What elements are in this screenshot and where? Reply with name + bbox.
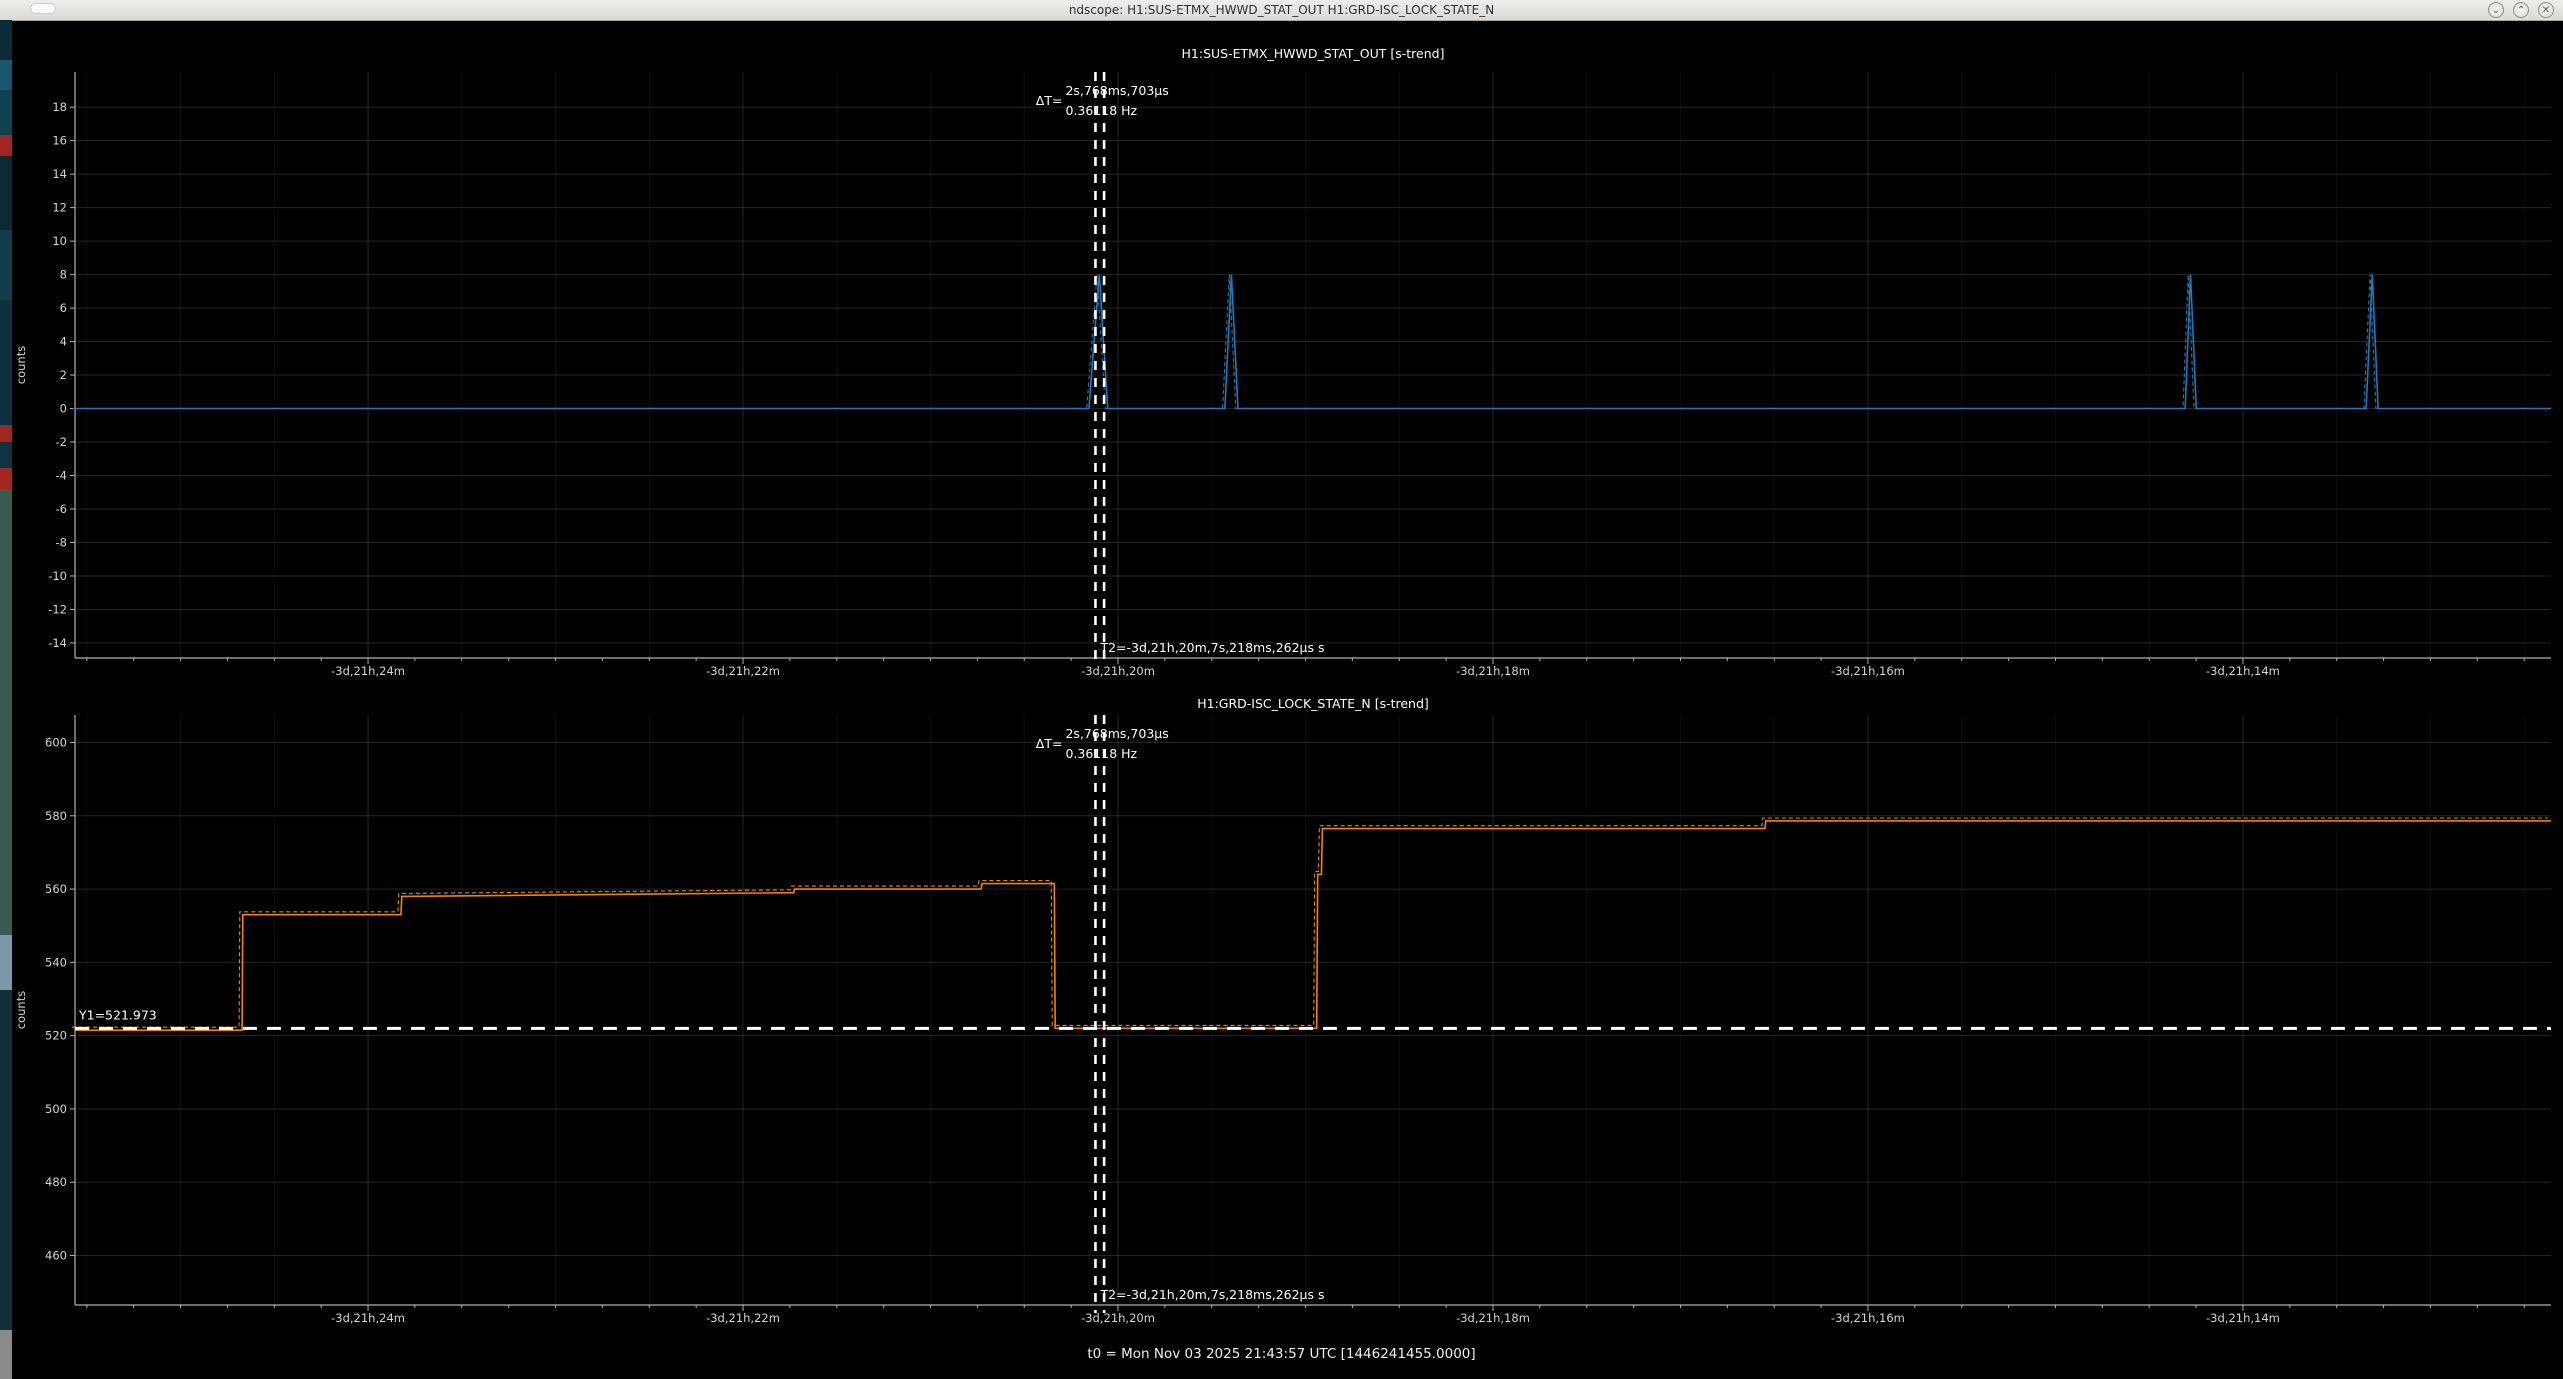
y-tick-label: 600 bbox=[45, 735, 67, 749]
x-tick-label: -3d,21h,16m bbox=[1831, 1311, 1905, 1325]
x-tick-label: -3d,21h,16m bbox=[1831, 664, 1905, 678]
svg-text:2s,768ms,703μs: 2s,768ms,703μs bbox=[1065, 726, 1168, 741]
y-tick-label: 4 bbox=[60, 335, 67, 349]
y-axis-label: counts bbox=[14, 346, 28, 384]
cursor-y1-value-label: Y1=521.973 bbox=[78, 1007, 157, 1022]
cursor-dt-label: ΔT=2s,768ms,703μs 0.36118 Hz bbox=[1036, 726, 1169, 761]
cursor-dt-label: ΔT=2s,768ms,703μs 0.36118 Hz bbox=[1036, 83, 1169, 118]
y-tick-label: 460 bbox=[45, 1249, 67, 1263]
y-tick-label: -12 bbox=[48, 602, 67, 616]
y-axis-label: counts bbox=[14, 991, 28, 1029]
x-tick-label: -3d,21h,18m bbox=[1456, 664, 1530, 678]
svg-text:ΔT=: ΔT= bbox=[1036, 93, 1063, 108]
y-tick-label: 18 bbox=[52, 100, 67, 114]
y-tick-label: 16 bbox=[52, 134, 67, 148]
y-tick-label: 480 bbox=[45, 1175, 67, 1189]
y-tick-label: -10 bbox=[48, 569, 67, 583]
y-tick-label: 14 bbox=[52, 167, 67, 181]
y-tick-label: 6 bbox=[60, 301, 67, 315]
y-tick-label: 560 bbox=[45, 882, 67, 896]
x-tick-label: -3d,21h,14m bbox=[2206, 1311, 2280, 1325]
y-tick-label: 580 bbox=[45, 809, 67, 823]
y-tick-label: -14 bbox=[48, 636, 67, 650]
y-tick-label: 500 bbox=[45, 1102, 67, 1116]
grid bbox=[75, 715, 2551, 1305]
x-tick-label: -3d,21h,14m bbox=[2206, 664, 2280, 678]
cursor-t2-value-label: T2=-3d,21h,20m,7s,218ms,262μs s bbox=[1099, 640, 1324, 655]
y-tick-label: 2 bbox=[60, 368, 67, 382]
y-tick-label: -2 bbox=[56, 435, 67, 449]
plot-isc-lock-state[interactable]: -3d,21h,24m -3d,21h,22m -3d,21h,20m -3d,21h… bbox=[14, 715, 2551, 1325]
grid bbox=[75, 72, 2551, 658]
trace-minmax bbox=[72, 818, 2548, 1027]
y-tick-label: 0 bbox=[60, 402, 67, 416]
y-tick-label: -4 bbox=[56, 469, 67, 483]
y-tick-label: 12 bbox=[52, 201, 67, 215]
svg-text:2s,768ms,703μs: 2s,768ms,703μs bbox=[1065, 83, 1168, 98]
plot-hwwd-stat-out[interactable]: -3d,21h,24m -3d,21h,22m -3d,21h,20m -3d,21h… bbox=[14, 72, 2551, 678]
svg-text:0.36118 Hz: 0.36118 Hz bbox=[1065, 746, 1137, 761]
x-tick-label: -3d,21h,24m bbox=[331, 1311, 405, 1325]
plots-canvas[interactable]: -3d,21h,24m -3d,21h,22m -3d,21h,20m -3d,21h… bbox=[0, 0, 2563, 1379]
x-tick-label: -3d,21h,20m bbox=[1081, 1311, 1155, 1325]
ndscope-window: ndscope: H1:SUS-ETMX_HWWD_STAT_OUT H1:GR… bbox=[0, 0, 2563, 1379]
y-tick-label: 10 bbox=[52, 234, 67, 248]
y-tick-label: -6 bbox=[56, 502, 67, 516]
svg-text:ΔT=: ΔT= bbox=[1036, 736, 1063, 751]
t0-timestamp: t0 = Mon Nov 03 2025 21:43:57 UTC [14462… bbox=[0, 1346, 2563, 1362]
x-tick-label: -3d,21h,20m bbox=[1081, 664, 1155, 678]
x-tick-label: -3d,21h,22m bbox=[706, 664, 780, 678]
y-tick-label: -8 bbox=[56, 535, 67, 549]
x-tick-label: -3d,21h,18m bbox=[1456, 1311, 1530, 1325]
trace-mean bbox=[75, 821, 2551, 1030]
y-tick-label: 520 bbox=[45, 1029, 67, 1043]
x-tick-label: -3d,21h,22m bbox=[706, 1311, 780, 1325]
y-tick-label: 8 bbox=[60, 268, 67, 282]
svg-text:0.36118 Hz: 0.36118 Hz bbox=[1065, 103, 1137, 118]
x-tick-label: -3d,21h,24m bbox=[331, 664, 405, 678]
axes: -3d,21h,24m -3d,21h,22m -3d,21h,20m -3d,21h… bbox=[14, 715, 2551, 1325]
y-tick-label: 540 bbox=[45, 955, 67, 969]
cursor-t2-value-label: T2=-3d,21h,20m,7s,218ms,262μs s bbox=[1099, 1287, 1324, 1302]
